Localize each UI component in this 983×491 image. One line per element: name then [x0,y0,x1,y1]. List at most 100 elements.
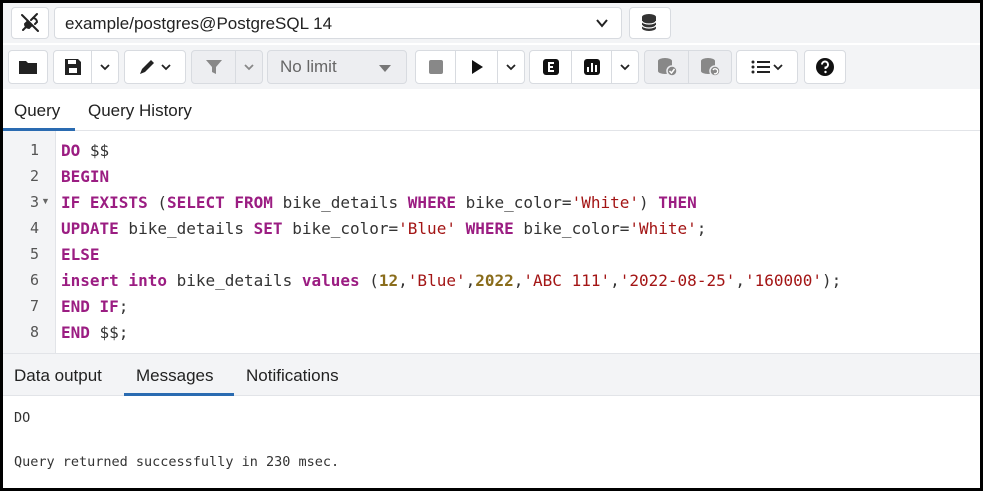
filter-group [191,50,263,84]
code-token: DO [61,141,81,160]
stop-icon [428,60,443,74]
macros-button[interactable] [737,51,797,83]
macros-group [736,50,798,84]
execute-dropdown-button[interactable] [498,51,524,83]
line-number: 5 [29,245,39,263]
code-token: bike_details [166,271,302,290]
open-file-button[interactable] [9,51,47,83]
explain-dropdown-button[interactable] [612,51,638,83]
code-line: END $$; [61,323,128,342]
line-number: 8 [29,323,39,341]
fold-arrow-icon[interactable]: ▼ [41,196,50,206]
line-number: 6 [29,271,39,289]
edit-group [124,50,186,84]
transaction-group [644,50,732,84]
filter-icon [205,60,222,74]
code-token: , [513,271,524,290]
code-token: IF EXISTS [61,193,148,212]
code-token: bike_color= [513,219,630,238]
explain-analyze-button[interactable] [572,51,612,83]
save-dropdown-button[interactable] [92,51,118,83]
chevron-down-icon [506,64,516,71]
save-group [53,50,119,84]
filter-button[interactable] [192,51,236,83]
code-token: ) [639,193,659,212]
code-token: ; [118,297,129,316]
open-group [8,50,48,84]
tab-notifications[interactable]: Notifications [246,366,339,386]
query-toolbar: No limit [3,45,980,89]
edit-menu-button[interactable] [125,51,185,83]
code-token: 12 [378,271,399,290]
explain-button[interactable] [530,51,572,83]
code-token: values [301,271,360,290]
result-tabs: Data output Messages Notifications [3,353,980,396]
filter-dropdown-button[interactable] [236,51,262,83]
connection-label: example/postgres@PostgreSQL 14 [65,14,333,33]
save-button[interactable] [54,51,92,83]
code-token: WHERE [407,193,456,212]
chevron-down-icon [596,19,608,28]
line-number: 4 [29,219,39,237]
code-token: 'White' [629,219,697,238]
code-token: SELECT FROM [166,193,273,212]
line-number: 1 [29,141,39,159]
chevron-down-icon [100,64,110,71]
line-number-gutter: 1 2 3 4 5 6 7 8 [3,131,56,353]
code-token: bike_color= [282,219,399,238]
query-tool-window: example/postgres@PostgreSQL 14 No limit … [3,3,980,488]
code-line: UPDATE bike_details SET bike_color='Blue… [61,219,706,238]
message-line: Query returned successfully in 230 msec. [14,454,340,470]
list-icon [751,60,770,74]
line-number: 2 [29,167,39,185]
line-number: 7 [29,297,39,315]
code-token: THEN [658,193,697,212]
connection-select[interactable]: example/postgres@PostgreSQL 14 [54,7,622,39]
query-tabs: Query Query History [3,91,980,131]
messages-panel: DO Query returned successfully in 230 ms… [3,396,980,488]
code-token: bike_color= [455,193,572,212]
code-line: DO $$ [61,141,109,160]
rollback-button[interactable] [689,51,731,83]
tab-data-output[interactable]: Data output [14,366,102,386]
code-token: ); [822,271,842,290]
line-number: 3 [29,193,39,211]
tab-query[interactable]: Query [14,101,60,121]
help-group [804,50,846,84]
code-token: ; [696,219,707,238]
code-token: 'White' [571,193,639,212]
code-token: END IF [61,297,119,316]
sql-editor[interactable]: 12345678 ▼ DO $$ BEGIN IF EXISTS (SELECT F… [3,131,980,353]
code-line: insert into bike_details values (12,'Blu… [61,271,841,290]
code-token: insert into [61,271,167,290]
code-token: UPDATE [61,219,119,238]
tab-query-history[interactable]: Query History [88,101,192,121]
chevron-down-icon [244,64,254,71]
bar-chart-icon [583,59,600,75]
code-token: SET [253,219,283,238]
chevron-down-icon [161,64,171,71]
connection-status-button[interactable] [11,7,49,39]
stop-button[interactable] [416,51,456,83]
database-rollback-icon [701,58,721,77]
code-token: , [610,271,620,290]
new-connection-button[interactable] [629,7,671,39]
play-icon [471,60,483,74]
execute-group [415,50,525,84]
code-token: '160000' [744,271,823,290]
limit-select[interactable]: No limit [267,50,407,84]
connection-bar: example/postgres@PostgreSQL 14 [3,3,980,43]
folder-icon [19,61,37,74]
tab-messages[interactable]: Messages [136,366,213,386]
explain-icon [542,59,559,75]
chevron-down-icon [620,64,630,71]
code-token: 'Blue' [407,271,466,290]
help-button[interactable] [805,51,845,83]
code-token: 'Blue' [398,219,456,238]
execute-button[interactable] [456,51,498,83]
save-icon [64,59,81,75]
code-token: , [465,271,476,290]
code-token: , [398,271,408,290]
commit-button[interactable] [645,51,689,83]
code-token: , [735,271,745,290]
